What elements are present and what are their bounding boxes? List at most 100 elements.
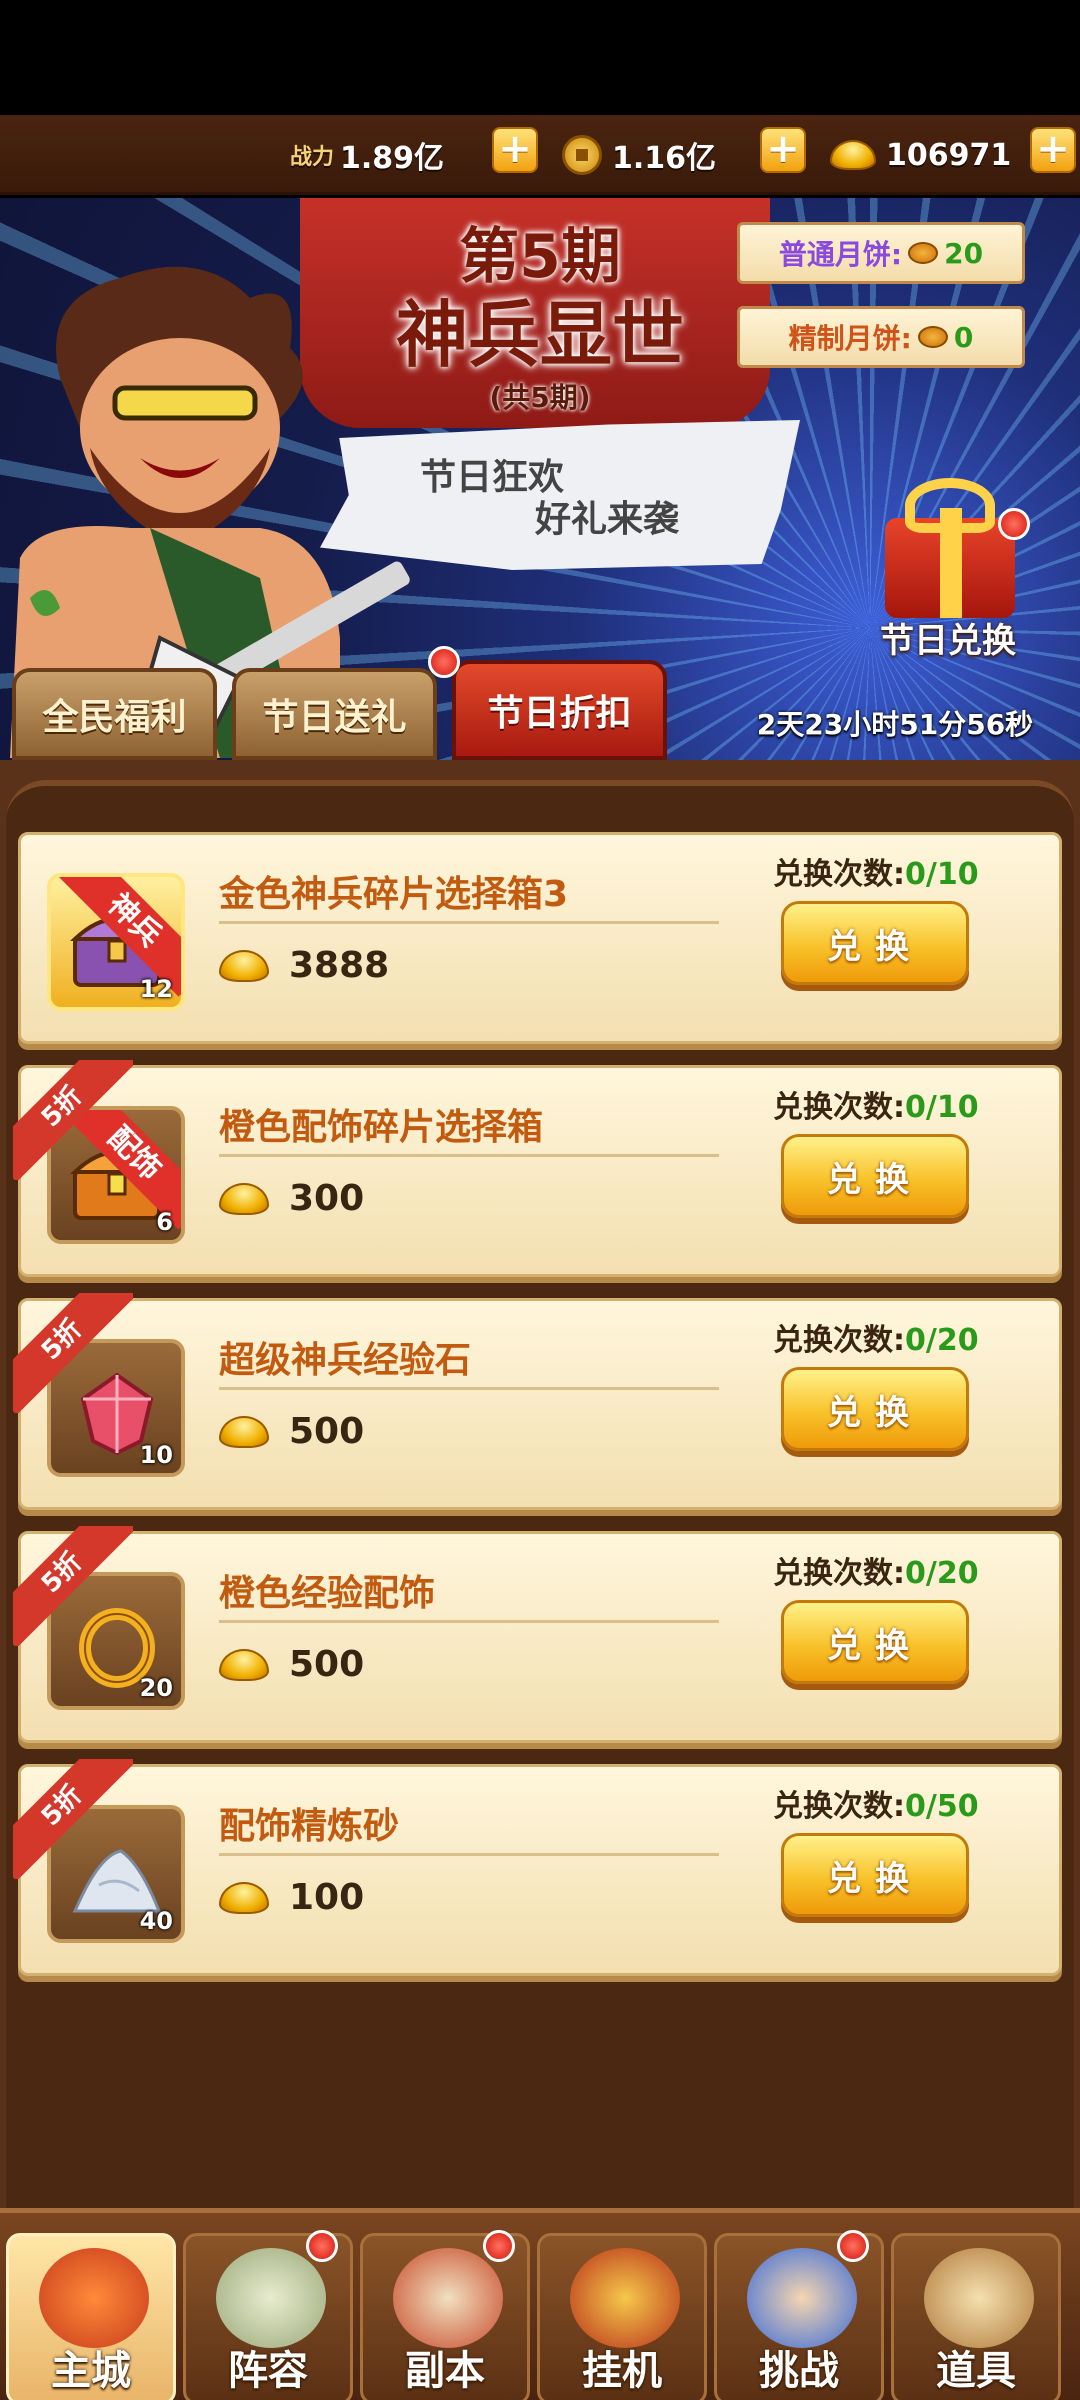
- exchange-limit: 兑换次数:0/20: [773, 1315, 979, 1359]
- nav-main-city[interactable]: 主城: [6, 2233, 176, 2400]
- mooncake-fine-counter: 精制月饼: 0: [737, 306, 1025, 368]
- challenge-icon: [747, 2248, 857, 2348]
- limit-label: 兑换次数:: [773, 857, 905, 892]
- discount-badge: 5折: [13, 1759, 133, 1879]
- exchange-button[interactable]: 兑换: [781, 1833, 969, 1917]
- item-price: 500: [219, 1644, 364, 1685]
- limit-label: 兑换次数:: [773, 1090, 905, 1125]
- item-count: 40: [139, 1907, 173, 1935]
- power-label: 战力: [290, 145, 335, 170]
- discount-label: 5折: [13, 1759, 133, 1879]
- exchange-button[interactable]: 兑换: [781, 901, 969, 985]
- exchange-limit: 兑换次数:0/10: [773, 849, 979, 893]
- resource-bar: 战力 1.89亿 + 1.16亿 + 106971 +: [0, 115, 1080, 195]
- coins-value: 1.16亿: [612, 141, 717, 176]
- item-count: 20: [139, 1674, 173, 1702]
- discount-label: 5折: [13, 1526, 133, 1646]
- list-item: 配饰 6 5折 橙色配饰碎片选择箱 300 兑换次数:0/10 兑换: [13, 1060, 1062, 1277]
- gold-ingot-icon: [830, 140, 876, 170]
- add-coins-button[interactable]: +: [760, 127, 806, 173]
- gold-ingot-icon: [219, 1182, 269, 1215]
- nav-lineup[interactable]: 阵容: [183, 2230, 353, 2400]
- limit-count: 0/20: [905, 1323, 979, 1358]
- festival-exchange-label[interactable]: 节日兑换: [848, 613, 1048, 662]
- coins-display: 1.16亿: [562, 129, 716, 181]
- copper-coin-icon: [562, 135, 602, 175]
- discount-label: 5折: [13, 1293, 133, 1413]
- discount-badge: 5折: [13, 1526, 133, 1646]
- tab-welfare[interactable]: 全民福利: [12, 668, 217, 760]
- nav-idle[interactable]: 挂机: [537, 2233, 707, 2400]
- list-item: 40 5折 配饰精炼砂 100 兑换次数:0/50 兑换: [13, 1759, 1062, 1976]
- mooncake-fine-count: 0: [953, 320, 974, 354]
- nav-label: 挑战: [759, 2348, 839, 2394]
- price-value: 100: [289, 1877, 365, 1918]
- price-value: 3888: [289, 945, 390, 986]
- divider: [219, 1387, 719, 1390]
- tab-notification-dot: [428, 646, 460, 678]
- exchange-button[interactable]: 兑换: [781, 1600, 969, 1684]
- nav-dungeon[interactable]: 副本: [360, 2230, 530, 2400]
- gold-ingot-icon: [219, 1415, 269, 1448]
- status-bar: [0, 0, 1080, 115]
- list-item: 神兵 12 金色神兵碎片选择箱3 3888 兑换次数:0/10 兑换: [18, 832, 1062, 1044]
- speech-line-2: 好礼来袭: [535, 499, 680, 540]
- festival-exchange-button[interactable]: [870, 468, 1030, 618]
- tab-gift[interactable]: 节日送礼: [232, 668, 437, 760]
- nav-label: 副本: [405, 2348, 485, 2394]
- limit-count: 0/50: [905, 1789, 979, 1824]
- nav-challenge[interactable]: 挑战: [714, 2230, 884, 2400]
- add-power-button[interactable]: +: [492, 127, 538, 173]
- item-name: 超级神兵经验石: [219, 1340, 472, 1381]
- limit-count: 0/20: [905, 1556, 979, 1591]
- notification-dot: [837, 2230, 869, 2262]
- item-icon-frame[interactable]: 神兵 12: [47, 873, 185, 1011]
- power-value: 1.89亿: [340, 141, 445, 176]
- tab-discount[interactable]: 节日折扣: [452, 660, 667, 760]
- nav-label: 挂机: [582, 2348, 662, 2394]
- limit-label: 兑换次数:: [773, 1323, 905, 1358]
- gold-ingot-icon: [219, 1648, 269, 1681]
- add-ingots-button[interactable]: +: [1030, 127, 1076, 173]
- items-icon: [924, 2248, 1034, 2348]
- event-total-periods: (共5期): [489, 381, 591, 414]
- gold-ingot-icon: [219, 1881, 269, 1914]
- discount-label: 5折: [13, 1060, 133, 1180]
- ingots-display: 106971: [830, 129, 1011, 181]
- item-price: 100: [219, 1877, 364, 1918]
- list-item: 10 5折 超级神兵经验石 500 兑换次数:0/20 兑换: [13, 1293, 1062, 1510]
- mooncake-normal-counter: 普通月饼: 20: [737, 222, 1025, 284]
- nav-label: 主城: [51, 2348, 131, 2394]
- power-display: 战力 1.89亿: [290, 129, 444, 181]
- price-value: 300: [289, 1178, 365, 1219]
- item-name: 橙色经验配饰: [219, 1573, 436, 1614]
- gift-ribbon: [940, 508, 962, 618]
- limit-count: 0/10: [905, 857, 979, 892]
- item-count: 6: [156, 1208, 173, 1236]
- price-value: 500: [289, 1644, 365, 1685]
- item-name: 橙色配饰碎片选择箱: [219, 1107, 544, 1148]
- mooncake-icon: [908, 242, 939, 264]
- exchange-limit: 兑换次数:0/10: [773, 1082, 979, 1126]
- nav-items[interactable]: 道具: [891, 2233, 1061, 2400]
- event-banner: 第5期 神兵显世 (共5期) 节日狂欢 好礼来袭 普通月饼: 20 精制月饼: …: [0, 198, 1080, 760]
- city-icon: [39, 2248, 149, 2348]
- shop-panel: 神兵 12 金色神兵碎片选择箱3 3888 兑换次数:0/10 兑换 配饰 6 …: [0, 760, 1080, 2220]
- bottom-nav: 主城 阵容 副本 挂机 挑战 道具: [0, 2208, 1080, 2400]
- item-name: 配饰精炼砂: [219, 1806, 400, 1847]
- discount-badge: 5折: [13, 1293, 133, 1413]
- exchange-button[interactable]: 兑换: [781, 1134, 969, 1218]
- mooncake-fine-label: 精制月饼:: [788, 322, 912, 355]
- exchange-button[interactable]: 兑换: [781, 1367, 969, 1451]
- item-count: 10: [139, 1441, 173, 1469]
- event-countdown: 2天23小时51分56秒: [756, 708, 1034, 741]
- lineup-icon: [216, 2248, 326, 2348]
- list-item: 20 5折 橙色经验配饰 500 兑换次数:0/20 兑换: [13, 1526, 1062, 1743]
- speech-bubble: 节日狂欢 好礼来袭: [320, 420, 800, 570]
- notification-dot: [998, 508, 1030, 540]
- limit-label: 兑换次数:: [773, 1556, 905, 1591]
- notification-dot: [483, 2230, 515, 2262]
- divider: [219, 1853, 719, 1856]
- item-price: 500: [219, 1411, 364, 1452]
- price-value: 500: [289, 1411, 365, 1452]
